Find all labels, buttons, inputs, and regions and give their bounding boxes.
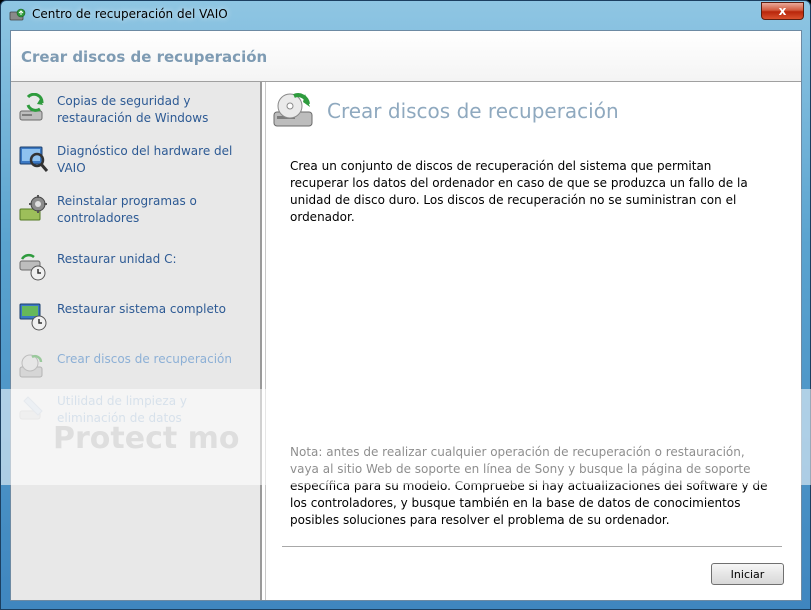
vaio-recovery-icon [9, 8, 26, 21]
restore-drive-icon [19, 253, 46, 281]
sidebar: Copias de seguridad y restauración de Wi… [11, 82, 262, 600]
sidebar-item-restore-system[interactable]: Restaurar sistema completo [11, 301, 262, 345]
create-recovery-disc-icon [273, 93, 313, 127]
divider [282, 546, 782, 547]
sidebar-item-label: Diagnóstico del hardware del VAIO [57, 144, 233, 175]
window-title: Centro de recuperación del VAIO [32, 7, 228, 21]
client-area: Crear discos de recuperación Copias de s… [10, 30, 802, 601]
sidebar-item-restore-drive[interactable]: Restaurar unidad C: [11, 251, 262, 295]
hardware-diagnostic-icon [19, 146, 49, 172]
sidebar-item-label: Restaurar sistema completo [57, 302, 226, 316]
restore-system-icon [19, 303, 47, 331]
section-title: Crear discos de recuperación [327, 99, 619, 123]
description-text: Crea un conjunto de discos de recuperaci… [290, 159, 748, 224]
note-text: Nota: antes de realizar cualquier operac… [290, 445, 768, 527]
sidebar-item-label: Crear discos de recuperación [57, 352, 232, 366]
sidebar-item-label: Utilidad de limpieza y eliminación de da… [57, 394, 187, 425]
sidebar-item-reinstall[interactable]: Reinstalar programas o controladores [11, 193, 262, 237]
sidebar-item-label: Copias de seguridad y restauración de Wi… [57, 94, 209, 125]
close-icon: x [778, 4, 787, 18]
sidebar-item-hardware-diagnostic[interactable]: Diagnóstico del hardware del VAIO [11, 143, 262, 187]
sidebar-item-data-erase[interactable]: Utilidad de limpieza y eliminación de da… [11, 393, 262, 437]
backup-restore-icon [19, 93, 44, 121]
sidebar-item-backup-restore[interactable]: Copias de seguridad y restauración de Wi… [11, 93, 262, 137]
data-erase-icon [19, 396, 43, 420]
main-panel: Crear discos de recuperación Crea un con… [265, 82, 801, 600]
sidebar-item-label: Reinstalar programas o controladores [57, 194, 197, 225]
reinstall-programs-icon [19, 195, 47, 221]
close-button[interactable]: x [761, 2, 804, 20]
title-bar[interactable]: Centro de recuperación del VAIO x [1, 1, 810, 29]
start-button[interactable]: Iniciar [711, 563, 784, 585]
page-title: Crear discos de recuperación [21, 48, 268, 66]
sidebar-item-label: Restaurar unidad C: [57, 252, 177, 266]
page-header: Crear discos de recuperación [11, 31, 801, 82]
app-window: Centro de recuperación del VAIO x Crear … [0, 0, 811, 610]
sidebar-item-create-recovery-discs[interactable]: Crear discos de recuperación [11, 351, 262, 395]
create-recovery-disc-icon [19, 354, 43, 378]
